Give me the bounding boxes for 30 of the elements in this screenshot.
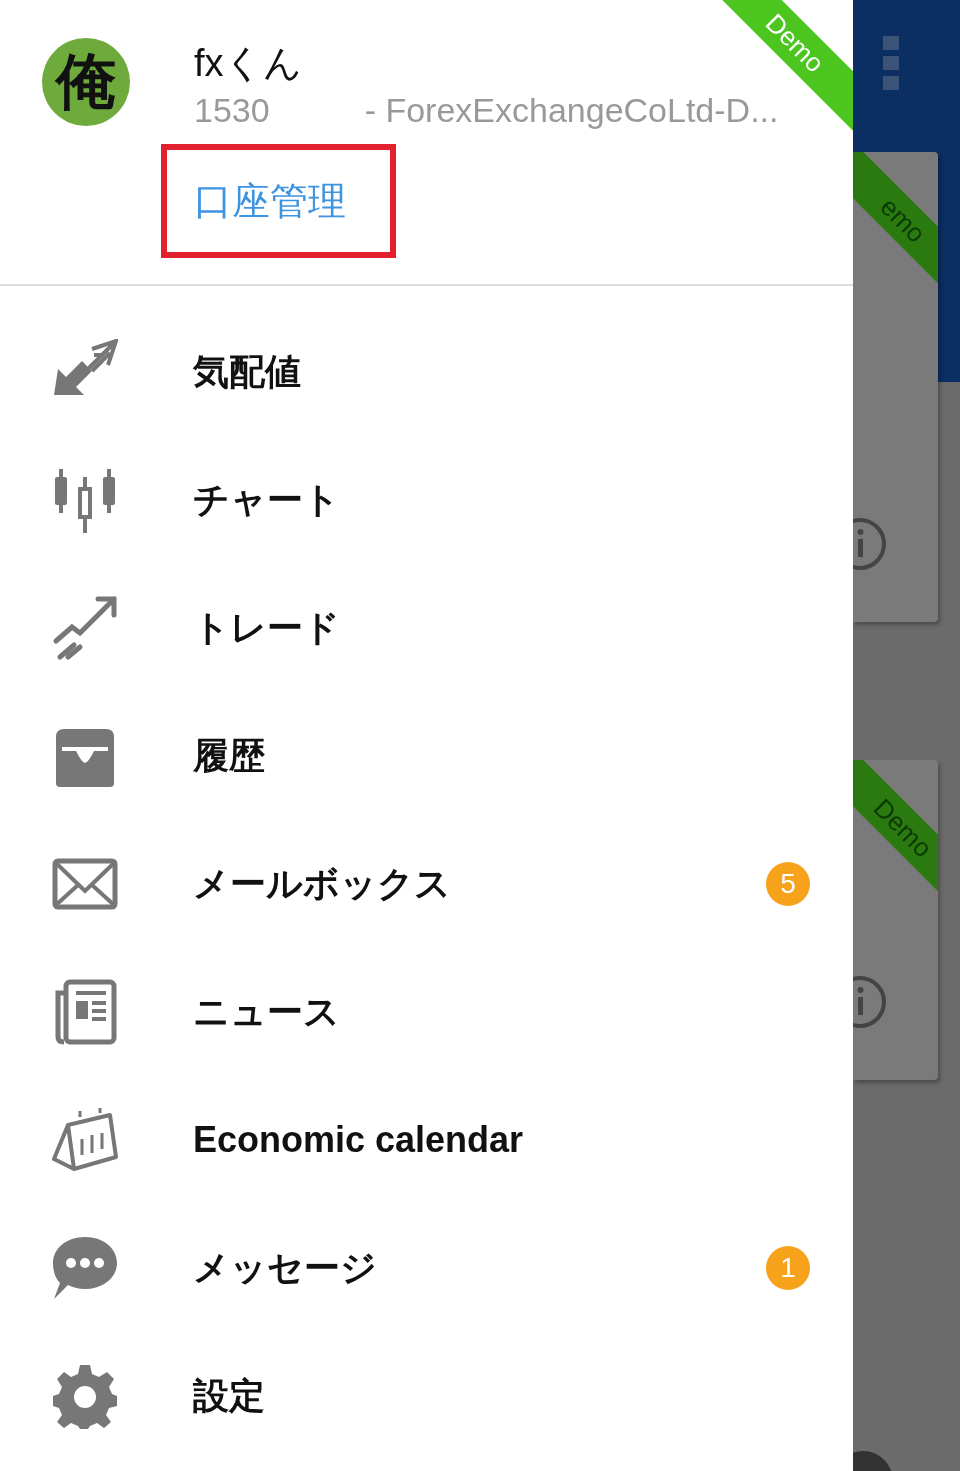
chat-bubble-icon xyxy=(52,1235,118,1301)
count-badge: 5 xyxy=(766,862,810,906)
server-name: - ForexExchangeCoLtd-D... xyxy=(364,90,779,131)
menu-label: Economic calendar xyxy=(193,1119,525,1161)
menu-label: 気配値 xyxy=(193,349,302,394)
account-number: 1530 xyxy=(194,90,270,131)
calendar-icon xyxy=(52,1107,118,1173)
overflow-menu-icon[interactable] xyxy=(883,36,899,90)
menu-item[interactable]: Economic calendar xyxy=(0,1076,853,1204)
menu-item[interactable]: 設定 xyxy=(0,1332,853,1460)
count-badge: 1 xyxy=(766,1246,810,1290)
settings-icon xyxy=(52,1363,118,1429)
menu-item[interactable]: トレード xyxy=(0,564,853,692)
menu-item[interactable]: メッセージ 1 xyxy=(0,1204,853,1332)
user-name: fxくん xyxy=(194,41,303,86)
menu-label: ニュース xyxy=(193,989,341,1034)
menu-label: 履歴 xyxy=(193,733,266,778)
menu-label: メールボックス xyxy=(193,861,452,906)
avatar: 俺 xyxy=(42,38,130,126)
menu-item[interactable]: チャート xyxy=(0,436,853,564)
menu-label: メッセージ xyxy=(193,1245,378,1290)
menu-label: 設定 xyxy=(193,1373,266,1418)
menu-item[interactable]: 気配値 xyxy=(0,308,853,436)
trend-arrow-icon xyxy=(52,595,118,661)
menu-item[interactable]: ニュース xyxy=(0,948,853,1076)
menu-label: チャート xyxy=(193,477,341,522)
menu-label: トレード xyxy=(193,605,341,650)
candlestick-icon xyxy=(52,467,118,533)
menu-item[interactable]: 履歴 xyxy=(0,692,853,820)
menu-item[interactable]: メールボックス 5 xyxy=(0,820,853,948)
